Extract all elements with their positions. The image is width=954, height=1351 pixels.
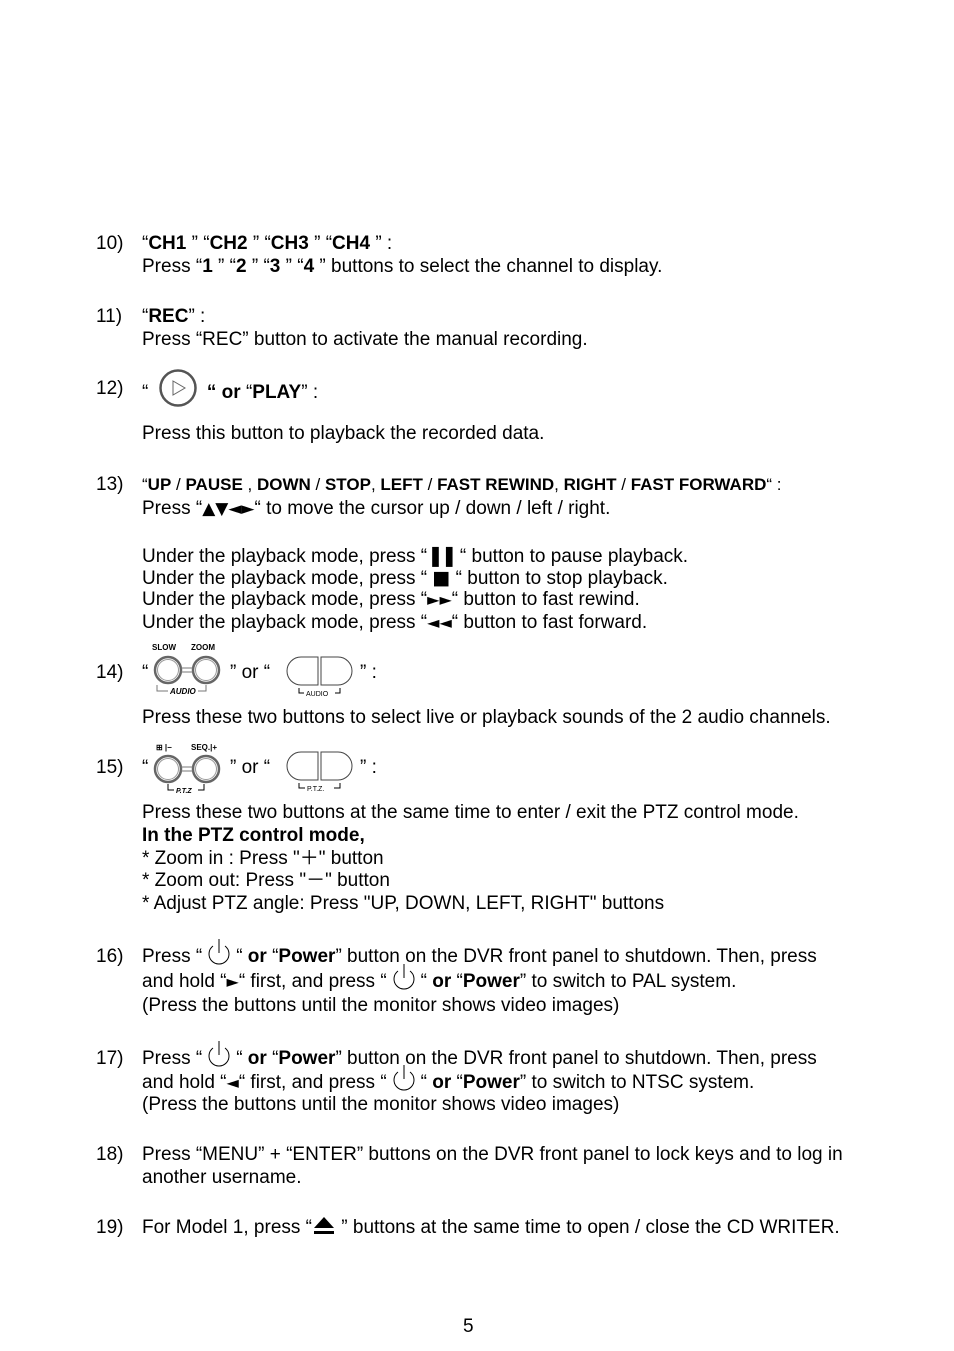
audio-caption: AUDIO: [169, 687, 197, 696]
item-number: 15): [96, 757, 124, 778]
stop-icon: ■: [432, 567, 451, 589]
item-15-title: “: [142, 757, 149, 778]
eject-icon: [314, 1216, 334, 1234]
play-button-icon: [158, 369, 197, 407]
pause-instruction: Under the playback mode, press “❚❚ “ but…: [142, 543, 689, 567]
audio-pill-caption: AUDIO: [306, 691, 329, 698]
ptz-knob-buttons-icon: ⊞ |− SEQ.|+ P.T.Z: [153, 743, 221, 795]
ptz-bullet: * Zoom out: Press "－" button: [142, 870, 390, 891]
item-13-description: Press “▲▼◄►“ to move the cursor up / dow…: [142, 498, 611, 519]
item-11-title: “REC” :: [142, 306, 206, 327]
power-icon: [393, 1064, 415, 1091]
item-number: 11): [96, 306, 123, 327]
item-17-line1: Press ““ or “Power” button on the DVR fr…: [142, 1040, 817, 1070]
pause-icon: ❚❚: [427, 543, 457, 567]
ptz-bullet: * Zoom in : Press "＋" button: [142, 848, 384, 869]
item-14-description: Press these two buttons to select live o…: [142, 707, 831, 728]
item-number: 18): [96, 1144, 124, 1165]
item-number: 16): [96, 946, 124, 967]
or-text: ” or “: [230, 757, 271, 778]
ptz-bullet: * Adjust PTZ angle: Press "UP, DOWN, LEF…: [142, 893, 665, 914]
item-17-line3: (Press the buttons until the monitor sho…: [142, 1094, 620, 1115]
audio-knob-buttons-icon: SLOW ZOOM AUDIO: [152, 643, 221, 696]
left-arrow-icon: ◄: [226, 1073, 239, 1092]
item-16-line3: (Press the buttons until the monitor sho…: [142, 995, 620, 1016]
item-12-title: “ “ or “PLAY” :: [142, 369, 318, 408]
item-14-title: “: [142, 662, 149, 683]
ptz-pill-buttons-icon: P.T.Z.: [286, 751, 353, 793]
rewind-arrows-icon: ◄◄: [427, 613, 452, 632]
item-15-description: Press these two buttons at the same time…: [142, 802, 799, 823]
item-18-line1: Press “MENU” + “ENTER” buttons on the DV…: [142, 1144, 843, 1165]
item-number: 17): [96, 1048, 124, 1069]
stop-instruction: Under the playback mode, press “ ■ “ but…: [142, 567, 668, 589]
fast-forward-instruction: Under the playback mode, press “◄◄“ butt…: [142, 612, 648, 633]
or-text: ” or “: [230, 662, 271, 683]
zoom-label: ZOOM: [191, 643, 215, 652]
item-number: 19): [96, 1217, 124, 1238]
fast-forward-arrows-icon: ►►: [427, 590, 452, 609]
power-icon: [393, 963, 415, 990]
fast-rewind-instruction: Under the playback mode, press “►►“ butt…: [142, 589, 640, 610]
item-12-description: Press this button to playback the record…: [142, 423, 545, 444]
multiscreen-minus-label: ⊞ |−: [156, 743, 172, 752]
item-19-line: For Model 1, press “ ” buttons at the sa…: [142, 1216, 840, 1239]
item-10-title: “CH1 ” “CH2 ” “CH3 ” “CH4 ” :: [142, 233, 393, 254]
colon-text: ” :: [360, 757, 377, 778]
item-18-line2: another username.: [142, 1167, 302, 1188]
slow-label: SLOW: [152, 643, 176, 652]
ptz-mode-heading: In the PTZ control mode,: [142, 825, 365, 846]
item-16-line2: and hold “►“ first, and press ““ or “Pow…: [142, 963, 736, 993]
ptz-caption: P.T.Z: [176, 788, 192, 795]
item-17-line2: and hold “◄“ first, and press ““ or “Pow…: [142, 1064, 754, 1094]
ptz-pill-caption: P.T.Z.: [307, 786, 324, 793]
right-arrow-icon: ►: [226, 972, 239, 991]
item-13-title: “UP / PAUSE , DOWN / STOP, LEFT / FAST R…: [142, 475, 782, 494]
item-number: 12): [96, 378, 124, 399]
page-number: 5: [463, 1316, 474, 1337]
seq-plus-label: SEQ.|+: [191, 743, 217, 752]
item-10-description: Press “1 ” “2 ” “3 ” “4 ” buttons to sel…: [142, 256, 663, 277]
audio-pill-buttons-icon: AUDIO: [286, 656, 353, 698]
item-16-line1: Press ““ or “Power” button on the DVR fr…: [142, 938, 817, 968]
colon-text: ” :: [360, 662, 377, 683]
item-number: 14): [96, 662, 124, 683]
power-icon: [208, 938, 230, 965]
item-number: 13): [96, 474, 124, 495]
item-number: 10): [96, 233, 124, 254]
item-11-description: Press “REC” button to activate the manua…: [142, 329, 588, 350]
arrow-keys-icon: ▲▼◄►: [202, 499, 255, 519]
power-icon: [208, 1040, 230, 1067]
